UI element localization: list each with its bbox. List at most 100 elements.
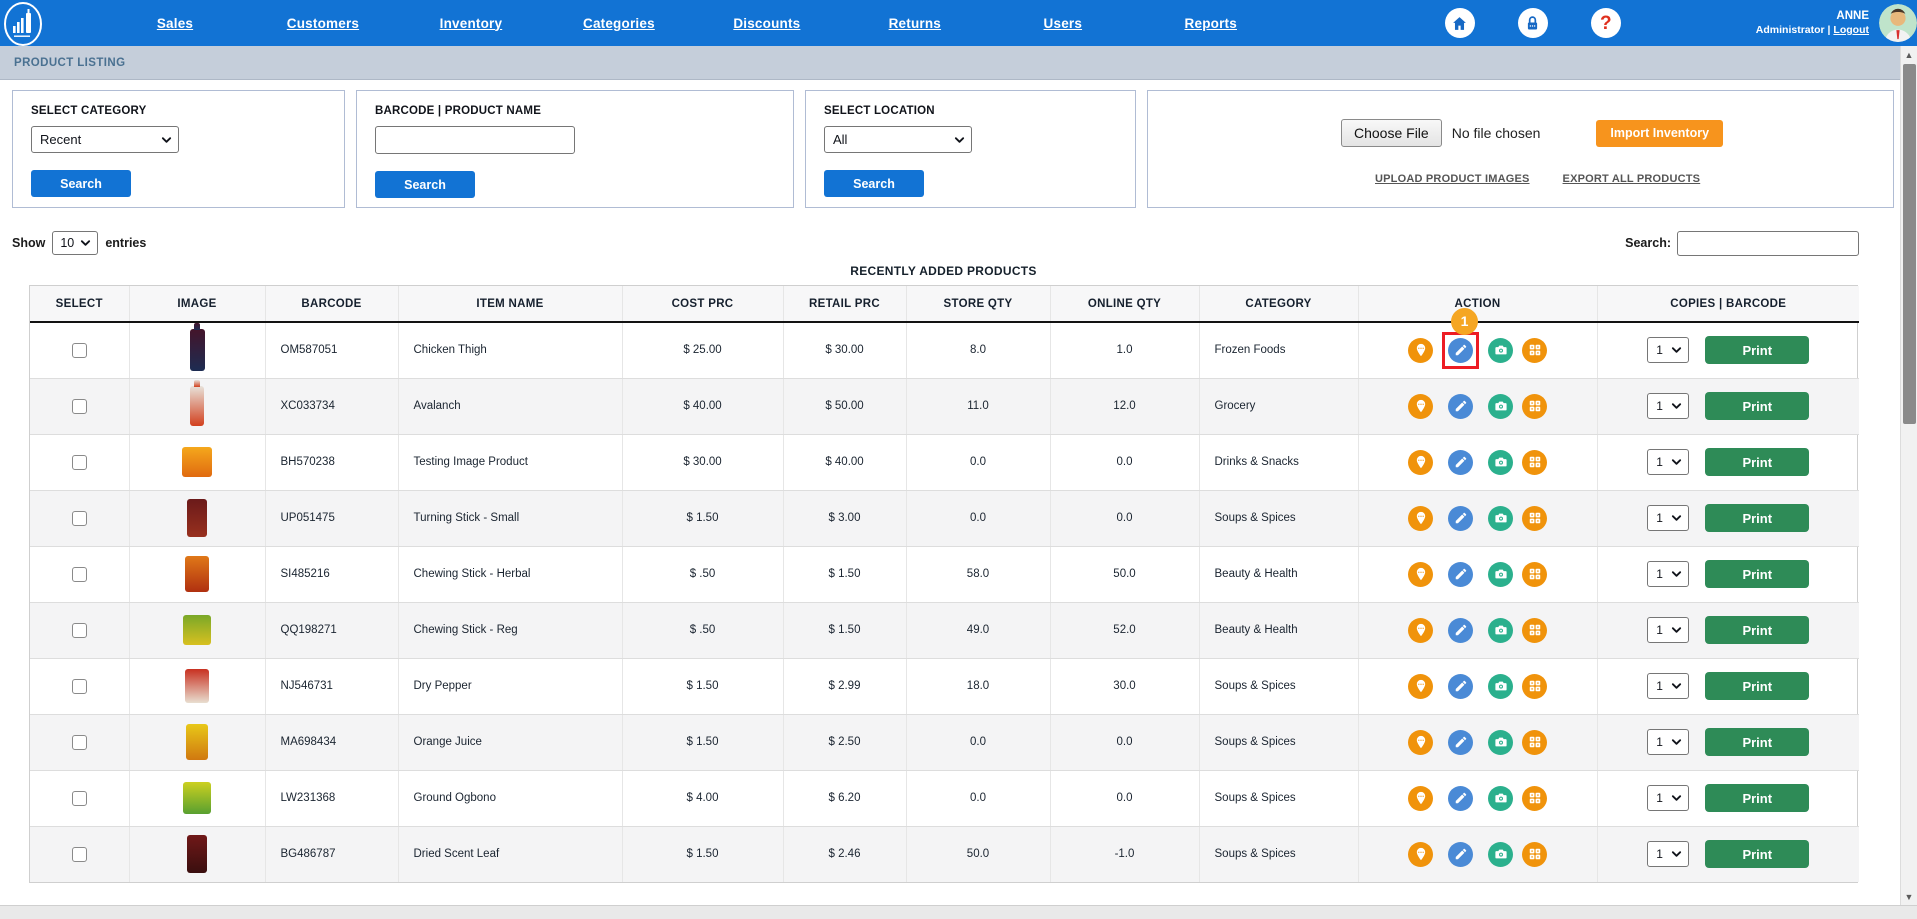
barcode-input[interactable]: [375, 126, 575, 154]
app-logo-icon[interactable]: [3, 1, 43, 46]
category-select[interactable]: Recent: [31, 126, 179, 153]
category-search-button[interactable]: Search: [31, 170, 131, 197]
page-size-select[interactable]: 10: [52, 231, 99, 255]
scroll-up-arrow-icon[interactable]: ▲: [1901, 46, 1917, 63]
help-button[interactable]: ?: [1590, 8, 1621, 38]
barcode-grid-icon[interactable]: [1522, 561, 1547, 587]
edit-pencil-icon[interactable]: [1448, 673, 1473, 699]
copies-select[interactable]: 1: [1647, 337, 1690, 364]
edit-pencil-icon[interactable]: [1448, 841, 1473, 867]
barcode-grid-icon[interactable]: [1522, 617, 1547, 643]
row-select-checkbox[interactable]: [71, 846, 87, 862]
barcode-grid-icon[interactable]: [1522, 729, 1547, 755]
row-select-checkbox[interactable]: [71, 454, 87, 470]
location-pin-icon[interactable]: [1408, 561, 1433, 587]
row-select-checkbox[interactable]: [71, 790, 87, 806]
upload-product-images-link[interactable]: UPLOAD PRODUCT IMAGES: [1375, 173, 1530, 185]
barcode-grid-icon[interactable]: [1522, 337, 1547, 363]
edit-pencil-icon[interactable]: [1448, 337, 1473, 363]
nav-item-customers[interactable]: Customers: [249, 16, 397, 31]
camera-icon[interactable]: [1488, 561, 1513, 587]
row-select-checkbox[interactable]: [71, 734, 87, 750]
table-search-input[interactable]: [1677, 230, 1859, 256]
choose-file-button[interactable]: Choose File: [1341, 119, 1442, 147]
scrollbar-thumb[interactable]: [1903, 64, 1916, 424]
location-pin-icon[interactable]: [1408, 617, 1433, 643]
print-button[interactable]: Print: [1705, 840, 1810, 869]
export-all-products-link[interactable]: EXPORT ALL PRODUCTS: [1563, 173, 1701, 185]
copies-select[interactable]: 1: [1647, 561, 1690, 587]
location-pin-icon[interactable]: [1408, 505, 1433, 531]
print-button[interactable]: Print: [1705, 448, 1810, 476]
location-pin-icon[interactable]: [1408, 841, 1433, 867]
print-button[interactable]: Print: [1705, 336, 1810, 365]
logout-link[interactable]: Logout: [1833, 24, 1869, 36]
nav-item-inventory[interactable]: Inventory: [397, 16, 545, 31]
location-pin-icon[interactable]: [1408, 729, 1433, 755]
nav-item-reports[interactable]: Reports: [1137, 16, 1285, 31]
print-button[interactable]: Print: [1705, 672, 1810, 700]
row-select-checkbox[interactable]: [71, 678, 87, 694]
camera-icon[interactable]: [1488, 393, 1513, 419]
copies-select[interactable]: 1: [1647, 393, 1690, 419]
barcode-grid-icon[interactable]: [1522, 505, 1547, 531]
edit-pencil-icon[interactable]: [1448, 729, 1473, 755]
nav-item-categories[interactable]: Categories: [545, 16, 693, 31]
nav-item-returns[interactable]: Returns: [841, 16, 989, 31]
location-pin-icon[interactable]: [1408, 393, 1433, 419]
edit-pencil-icon[interactable]: [1448, 561, 1473, 587]
copies-select[interactable]: 1: [1647, 505, 1690, 531]
location-pin-icon[interactable]: [1408, 785, 1433, 811]
row-select-checkbox[interactable]: [71, 510, 87, 526]
nav-item-sales[interactable]: Sales: [101, 16, 249, 31]
camera-icon[interactable]: [1488, 449, 1513, 475]
edit-pencil-icon[interactable]: [1448, 785, 1473, 811]
camera-icon[interactable]: [1488, 505, 1513, 531]
camera-icon[interactable]: [1488, 785, 1513, 811]
barcode-grid-icon[interactable]: [1522, 449, 1547, 475]
lock-button[interactable]: [1517, 8, 1548, 38]
print-button[interactable]: Print: [1705, 504, 1810, 532]
vertical-scrollbar[interactable]: ▲ ▼: [1900, 46, 1917, 905]
copies-select[interactable]: 1: [1647, 729, 1690, 755]
print-button[interactable]: Print: [1705, 392, 1810, 420]
nav-item-users[interactable]: Users: [989, 16, 1137, 31]
import-inventory-button[interactable]: Import Inventory: [1596, 119, 1724, 147]
location-select[interactable]: All: [824, 126, 972, 153]
edit-pencil-icon[interactable]: [1448, 617, 1473, 643]
barcode-grid-icon[interactable]: [1522, 785, 1547, 811]
camera-icon[interactable]: [1488, 673, 1513, 699]
location-search-button[interactable]: Search: [824, 170, 924, 197]
location-pin-icon[interactable]: [1408, 449, 1433, 475]
print-button[interactable]: Print: [1705, 784, 1810, 812]
nav-item-discounts[interactable]: Discounts: [693, 16, 841, 31]
row-select-checkbox[interactable]: [71, 342, 87, 358]
user-avatar[interactable]: [1879, 4, 1917, 42]
edit-pencil-icon[interactable]: [1448, 505, 1473, 531]
row-select-checkbox[interactable]: [71, 398, 87, 414]
barcode-grid-icon[interactable]: [1522, 673, 1547, 699]
camera-icon[interactable]: [1488, 841, 1513, 867]
camera-icon[interactable]: [1488, 729, 1513, 755]
barcode-grid-icon[interactable]: [1522, 393, 1547, 419]
edit-pencil-icon[interactable]: [1448, 449, 1473, 475]
copies-select[interactable]: 1: [1647, 449, 1690, 475]
location-pin-icon[interactable]: [1408, 337, 1433, 363]
copies-select[interactable]: 1: [1647, 841, 1690, 868]
copies-select[interactable]: 1: [1647, 785, 1690, 811]
print-button[interactable]: Print: [1705, 560, 1810, 588]
row-select-checkbox[interactable]: [71, 622, 87, 638]
barcode-search-button[interactable]: Search: [375, 171, 475, 198]
scroll-down-arrow-icon[interactable]: ▼: [1901, 888, 1917, 905]
copies-select[interactable]: 1: [1647, 673, 1690, 699]
edit-pencil-icon[interactable]: [1448, 393, 1473, 419]
print-button[interactable]: Print: [1705, 616, 1810, 644]
barcode-grid-icon[interactable]: [1522, 841, 1547, 867]
home-button[interactable]: [1444, 8, 1475, 38]
camera-icon[interactable]: [1488, 617, 1513, 643]
location-pin-icon[interactable]: [1408, 673, 1433, 699]
copies-select[interactable]: 1: [1647, 617, 1690, 643]
row-select-checkbox[interactable]: [71, 566, 87, 582]
print-button[interactable]: Print: [1705, 728, 1810, 756]
camera-icon[interactable]: [1488, 337, 1513, 363]
